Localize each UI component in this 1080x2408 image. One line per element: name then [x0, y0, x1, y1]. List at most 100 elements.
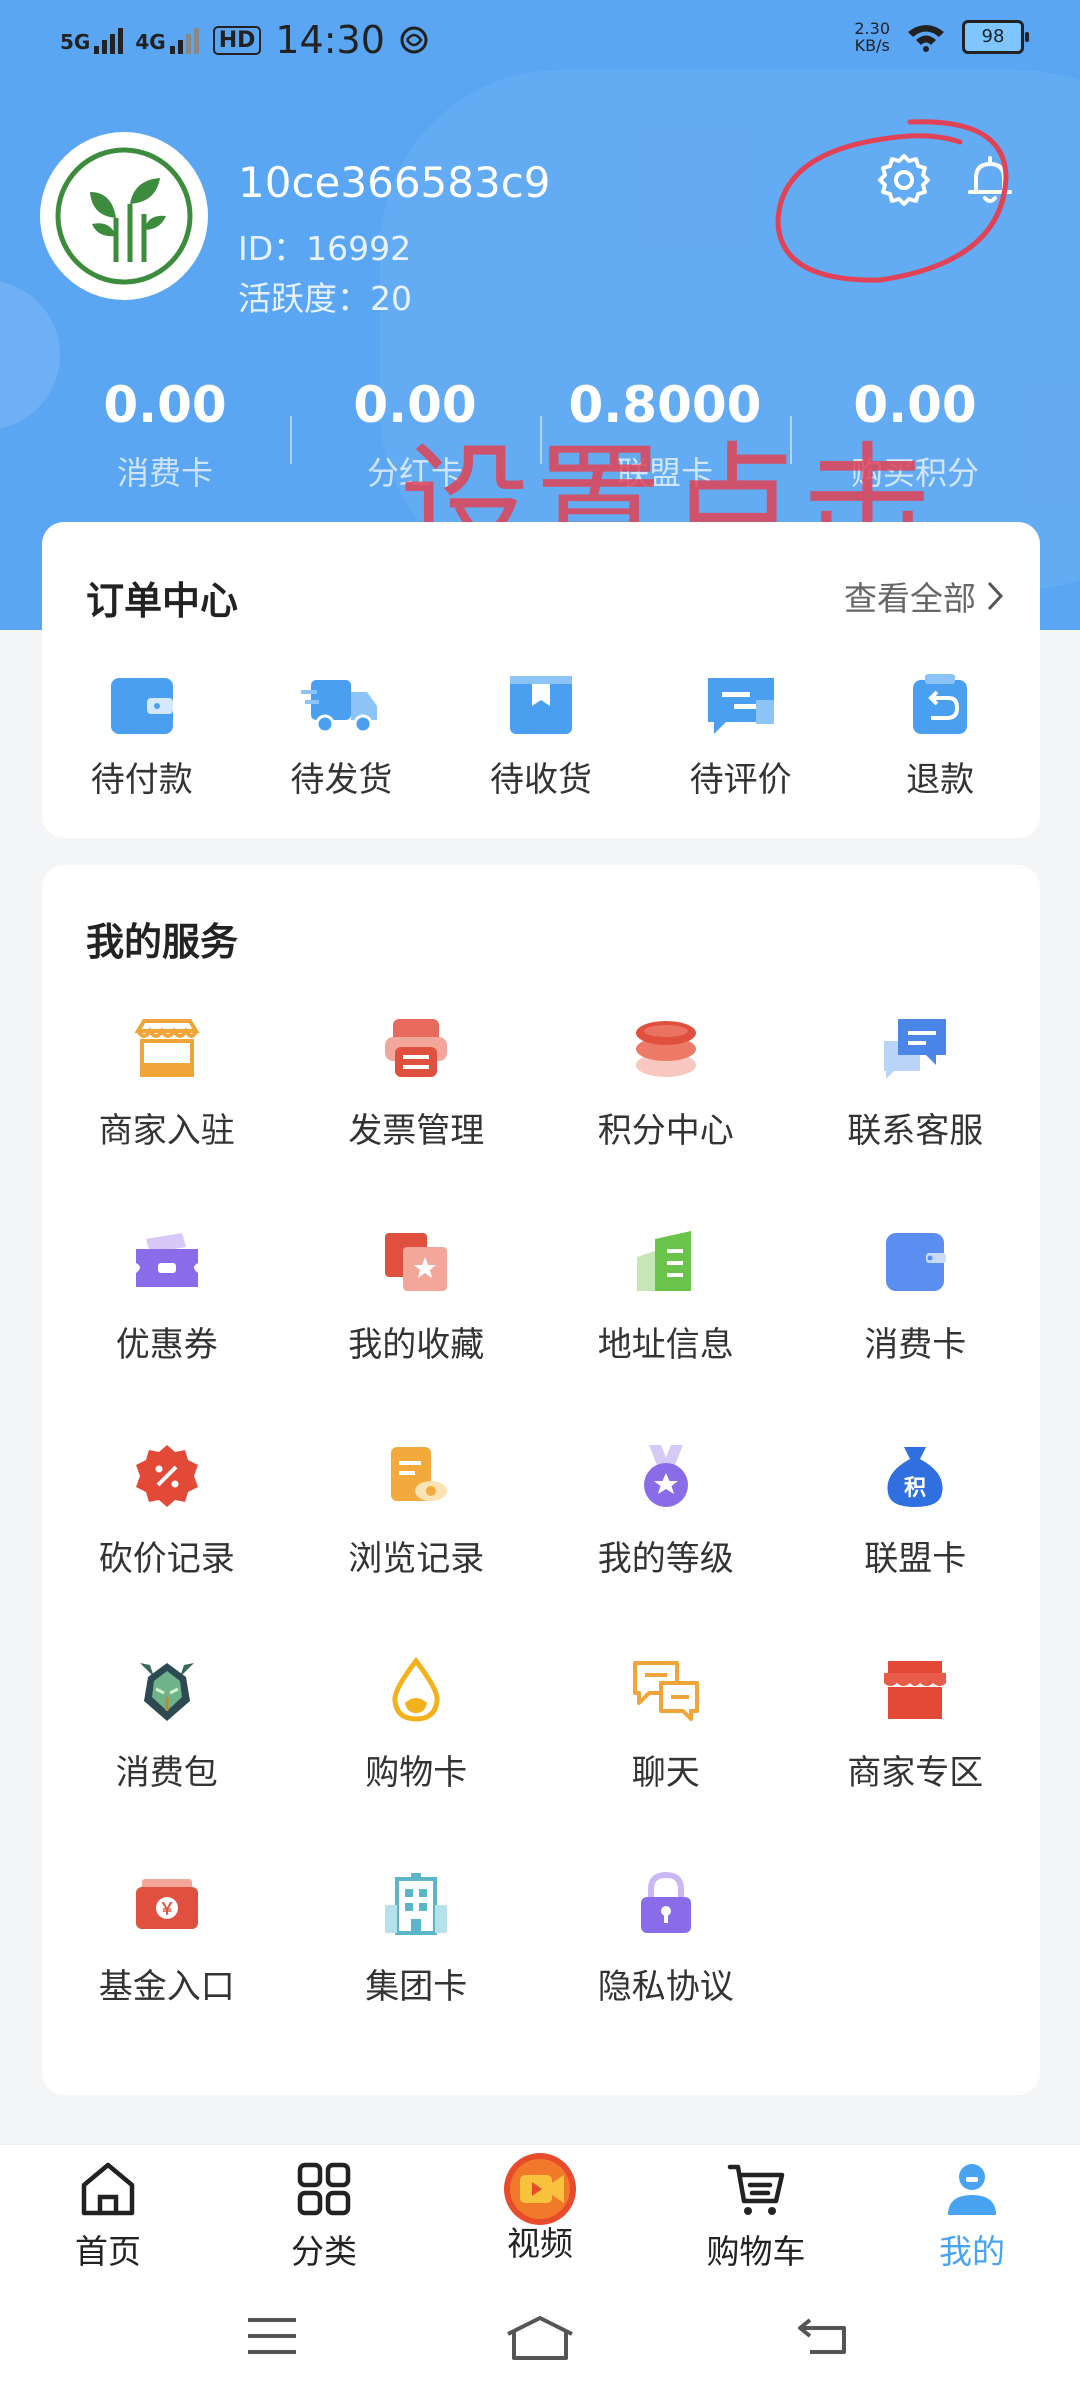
service-fund-entry[interactable]: ￥ 基金入口	[42, 1871, 292, 2085]
home-nav-icon[interactable]	[504, 2314, 576, 2362]
profile-icon	[948, 2164, 996, 2215]
order-label: 待发货	[290, 760, 393, 800]
service-privacy-policy[interactable]: 隐私协议	[541, 1871, 791, 2085]
tab-video[interactable]: 视频	[432, 2153, 648, 2265]
tab-cart[interactable]: 购物车	[648, 2159, 864, 2273]
service-my-level[interactable]: 我的等级	[541, 1443, 791, 1657]
service-consumption-card[interactable]: 消费卡	[791, 1229, 1041, 1443]
favorite-icon	[385, 1233, 448, 1291]
service-chat[interactable]: 聊天	[541, 1657, 791, 1871]
service-shopping-card[interactable]: 购物卡	[292, 1657, 542, 1871]
discount-badge-icon	[135, 1445, 198, 1507]
address-book-icon	[636, 1231, 691, 1291]
service-merchant-zone[interactable]: 商家专区	[791, 1657, 1041, 1871]
service-label: 购物卡	[365, 1753, 468, 1793]
fund-icon: ￥	[135, 1879, 198, 1929]
hero-avatar-icon	[139, 1663, 194, 1721]
home-icon	[81, 2162, 135, 2216]
tab-label: 购物车	[706, 2232, 806, 2271]
service-group-card[interactable]: 集团卡	[292, 1871, 542, 2085]
tab-home[interactable]: 首页	[0, 2159, 216, 2273]
service-my-favorites[interactable]: 我的收藏	[292, 1229, 542, 1443]
my-services-title: 我的服务	[86, 920, 239, 964]
truck-icon	[301, 680, 378, 734]
tab-label: 我的	[939, 2232, 1005, 2271]
signal-bars-icon	[94, 26, 124, 54]
service-label: 砍价记录	[98, 1539, 235, 1579]
stat-value: 0.00	[103, 376, 227, 434]
tab-label: 分类	[291, 2232, 357, 2271]
service-alliance-card[interactable]: 积 联盟卡	[791, 1443, 1041, 1657]
service-label: 消费卡	[864, 1325, 967, 1365]
service-label: 地址信息	[597, 1325, 734, 1365]
service-merchant-join[interactable]: 商家入驻	[42, 1015, 292, 1229]
network-type-label: 5G	[60, 30, 91, 54]
coins-icon	[635, 1021, 696, 1077]
status-bar: 5G 4G HD 14:30 2.30 KB/s 98	[0, 0, 1080, 80]
service-bargain-records[interactable]: 砍价记录	[42, 1443, 292, 1657]
service-address-info[interactable]: 地址信息	[541, 1229, 791, 1443]
service-coupons[interactable]: 优惠券	[42, 1229, 292, 1443]
my-services-card: 我的服务 商家入驻 发票管理 积分中心 联系客服 优惠券 我的收藏 地址信息 消…	[42, 865, 1040, 2095]
username: 10ce366583c9	[238, 158, 551, 207]
order-status-row: 待付款 待发货 待收货 待评价 退款	[42, 672, 1040, 801]
wifi-icon	[908, 25, 944, 52]
medal-icon	[643, 1445, 688, 1507]
back-icon[interactable]	[796, 2314, 852, 2358]
tab-profile[interactable]: 我的	[864, 2159, 1080, 2273]
service-label: 商家入驻	[98, 1111, 235, 1151]
refund-icon	[913, 674, 968, 734]
service-label: 发票管理	[348, 1111, 485, 1151]
menu-icon[interactable]	[244, 2314, 300, 2358]
network-speed: 2.30 KB/s	[854, 20, 890, 54]
order-pending-receipt[interactable]: 待收货	[441, 672, 641, 801]
order-label: 退款	[906, 760, 975, 800]
invoice-icon	[385, 1019, 448, 1077]
package-icon	[509, 676, 572, 734]
bottom-tab-bar: 首页 分类 视频 购物车 我的	[0, 2144, 1080, 2285]
signal-group: 5G 4G	[60, 26, 199, 54]
shop-icon	[884, 1661, 947, 1719]
order-pending-review[interactable]: 待评价	[641, 672, 841, 801]
view-all-orders-link[interactable]: 查看全部	[844, 572, 1004, 620]
chevron-right-icon	[987, 581, 1004, 611]
speed-value: 2.30	[854, 19, 890, 38]
tab-label: 视频	[507, 2224, 573, 2263]
money-bag-icon: 积	[887, 1447, 943, 1507]
storefront-icon	[134, 1019, 200, 1077]
order-pending-payment[interactable]: 待付款	[42, 672, 242, 801]
order-center-title: 订单中心	[86, 579, 239, 623]
drop-icon	[392, 1657, 440, 1722]
tab-label: 首页	[75, 2232, 141, 2271]
service-invoice-management[interactable]: 发票管理	[292, 1015, 542, 1229]
service-label: 消费包	[115, 1753, 218, 1793]
video-icon	[504, 2153, 576, 2225]
battery-icon: 98	[962, 20, 1029, 54]
service-label: 联系客服	[847, 1111, 984, 1151]
service-contact-support[interactable]: 联系客服	[791, 1015, 1041, 1229]
service-label: 隐私协议	[597, 1967, 734, 2007]
app-status-icon	[400, 26, 428, 54]
service-label: 我的等级	[597, 1539, 734, 1579]
cart-icon	[727, 2164, 785, 2215]
coupon-icon	[135, 1233, 198, 1287]
chat-icon	[632, 1661, 699, 1721]
stat-consumption-card[interactable]: 0.00 消费卡	[40, 376, 290, 494]
network-type-label: 4G	[135, 30, 166, 54]
user-id: ID：16992	[238, 229, 412, 268]
wallet-icon	[110, 678, 173, 734]
service-label: 基金入口	[98, 1967, 235, 2007]
avatar[interactable]	[40, 132, 208, 300]
order-refund[interactable]: 退款	[840, 672, 1040, 801]
view-all-label: 查看全部	[844, 579, 976, 618]
history-doc-icon	[391, 1447, 448, 1501]
order-pending-shipment[interactable]: 待发货	[242, 672, 442, 801]
order-label: 待评价	[689, 760, 792, 800]
service-label: 积分中心	[597, 1111, 734, 1151]
hd-voice-badge: HD	[212, 25, 262, 55]
service-browsing-history[interactable]: 浏览记录	[292, 1443, 542, 1657]
tab-category[interactable]: 分类	[216, 2159, 432, 2273]
service-consumption-package[interactable]: 消费包	[42, 1657, 292, 1871]
service-points-center[interactable]: 积分中心	[541, 1015, 791, 1229]
order-center-card: 订单中心 查看全部 待付款 待发货 待收货 待评价 退款	[42, 522, 1040, 838]
